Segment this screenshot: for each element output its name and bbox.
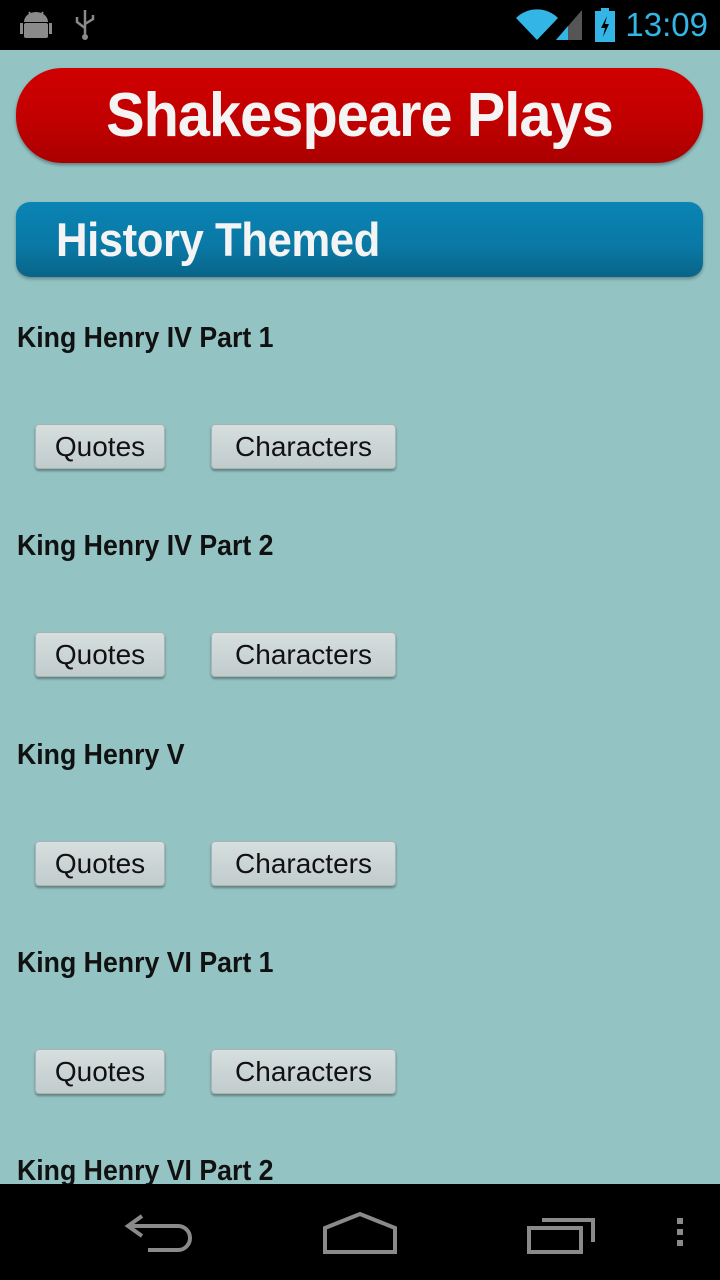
section-header: History Themed [16,202,703,277]
android-debug-icon [20,11,52,38]
play-item: King Henry IV Part 2 Quotes Characters [0,529,720,679]
play-item: King Henry IV Part 1 Quotes Characters [0,321,720,471]
quotes-button[interactable]: Quotes [35,1049,165,1094]
clock: 13:09 [625,6,708,43]
home-icon[interactable] [322,1212,398,1254]
battery-charging-icon [595,8,615,42]
content-area[interactable]: Shakespeare Plays History Themed King He… [0,50,720,1184]
cell-signal-icon [556,10,582,40]
play-title: King Henry VI Part 2 [17,1155,274,1184]
characters-button[interactable]: Characters [211,424,396,469]
back-icon[interactable] [124,1212,196,1254]
status-bar: 13:09 [0,0,720,50]
app-title-banner: Shakespeare Plays [16,68,703,163]
quotes-button[interactable]: Quotes [35,841,165,886]
recent-apps-icon[interactable] [526,1212,598,1254]
quotes-button[interactable]: Quotes [35,424,165,469]
play-item: King Henry VI Part 1 Quotes Characters [0,946,720,1096]
characters-button[interactable]: Characters [211,632,396,677]
play-title: King Henry IV Part 1 [17,322,274,354]
app-title: Shakespeare Plays [106,81,614,150]
usb-icon [75,10,95,40]
overflow-menu-icon[interactable] [676,1212,686,1254]
wifi-icon [516,9,558,40]
play-title: King Henry V [17,739,185,771]
section-title: History Themed [56,213,380,266]
characters-button[interactable]: Characters [211,841,396,886]
play-title: King Henry IV Part 2 [17,530,274,562]
play-item: King Henry V Quotes Characters [0,738,720,888]
play-title: King Henry VI Part 1 [17,947,274,979]
navigation-bar [0,1184,720,1280]
quotes-button[interactable]: Quotes [35,632,165,677]
play-item: King Henry VI Part 2 [0,1154,720,1184]
characters-button[interactable]: Characters [211,1049,396,1094]
